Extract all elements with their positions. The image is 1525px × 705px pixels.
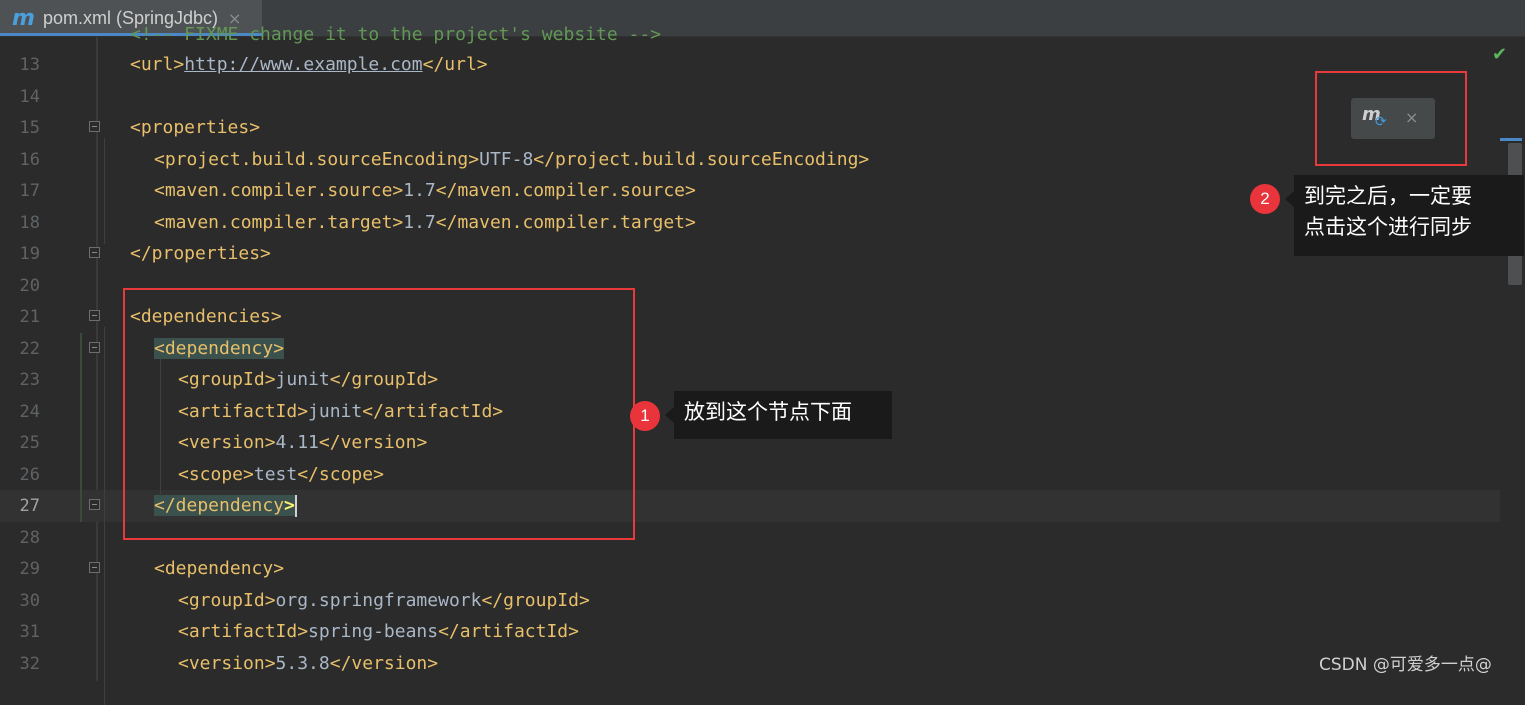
code-token: UTF-8: [479, 148, 534, 170]
code-line[interactable]: 14: [0, 81, 1500, 113]
code-text: </properties>: [130, 243, 271, 264]
line-number: 24: [19, 401, 40, 422]
code-token: </maven.compiler.source>: [435, 180, 696, 201]
code-text: <groupId>org.springframework</groupId>: [178, 590, 590, 611]
code-token: 1.7: [403, 180, 436, 201]
code-token: <maven.compiler.source>: [154, 180, 404, 201]
code-token: </properties>: [130, 243, 271, 264]
fold-toggle-icon[interactable]: [89, 121, 100, 132]
code-token: </maven.compiler.target>: [435, 211, 696, 233]
line-number: 16: [19, 149, 40, 170]
fold-toggle-icon[interactable]: [89, 562, 100, 573]
line-number: 27: [19, 496, 40, 516]
highlight-box-dependency: [123, 288, 635, 540]
code-token: 1.7: [403, 211, 436, 233]
fold-toggle-icon[interactable]: [89, 341, 100, 353]
code-token: <artifactId>: [178, 621, 309, 642]
code-token: spring-beans: [308, 621, 439, 642]
code-line[interactable]: 30 <groupId>org.springframework</groupId>: [0, 585, 1500, 617]
code-token: </artifactId>: [438, 621, 579, 642]
watermark: CSDN @可爱多一点@: [1319, 655, 1492, 675]
code-line[interactable]: 19 </properties>: [0, 238, 1500, 270]
annotation-text-2-line1: 到完之后，一定要: [1304, 184, 1472, 208]
annotation-text-1: 放到这个节点下面: [684, 400, 852, 424]
line-number: 30: [19, 590, 40, 611]
line-number: 15: [19, 118, 40, 138]
indent-guide: [104, 327, 105, 705]
fold-toggle-icon[interactable]: [89, 247, 100, 258]
fold-toggle-icon[interactable]: [89, 310, 100, 321]
code-token: <groupId>: [178, 589, 276, 611]
line-number: 25: [19, 433, 40, 453]
code-line[interactable]: 29 <dependency>: [0, 553, 1500, 585]
code-text: <version>5.3.8</version>: [178, 653, 438, 674]
code-token: 5.3.8: [275, 652, 330, 674]
code-token: <version>: [178, 652, 276, 674]
code-token: org.springframework: [275, 589, 482, 611]
code-token: <maven.compiler.target>: [154, 211, 404, 233]
line-number: 17: [19, 181, 40, 201]
code-text: <url>http://www.example.com</url>: [130, 54, 488, 75]
line-number: 19: [19, 244, 40, 264]
line-number: 26: [19, 464, 40, 485]
annotation-callout-1: 放到这个节点下面: [665, 391, 892, 439]
code-link[interactable]: http://www.example.com: [184, 54, 422, 75]
code-comment: <!-- FIXME change it to the project's we…: [130, 24, 662, 45]
scroll-marker: [1500, 138, 1522, 141]
code-token: <url>: [130, 54, 185, 75]
code-text: <artifactId>spring-beans</artifactId>: [178, 621, 579, 642]
line-number: 29: [19, 559, 40, 579]
code-text: <project.build.sourceEncoding>UTF-8</pro…: [154, 149, 869, 170]
vcs-change-marker: [80, 332, 82, 522]
line-number: 18: [19, 212, 40, 233]
line-number: 13: [19, 55, 40, 75]
annotation-badge-1: 1: [630, 401, 660, 431]
code-token: </project.build.sourceEncoding>: [533, 148, 870, 170]
annotation-text-2-line2: 点击这个进行同步: [1304, 215, 1472, 239]
indent-guide: [104, 138, 105, 244]
code-line[interactable]: 31 <artifactId>spring-beans</artifactId>: [0, 616, 1500, 648]
check-icon[interactable]: ✔: [1492, 44, 1507, 65]
fold-toggle-icon[interactable]: [89, 499, 100, 510]
code-line[interactable]: 18 <maven.compiler.target>1.7</maven.comp…: [0, 207, 1500, 239]
code-text: <maven.compiler.target>1.7</maven.compil…: [154, 212, 696, 233]
line-number: 28: [19, 527, 40, 548]
code-line[interactable]: 15 <properties>: [0, 112, 1500, 144]
line-number: 21: [19, 307, 40, 327]
code-token: <dependency>: [154, 558, 285, 579]
highlight-box-sync: [1315, 71, 1467, 166]
annotation-callout-2: 到完之后，一定要 点击这个进行同步: [1285, 175, 1524, 256]
code-line-partial: <!-- FIXME change it to the project's we…: [0, 19, 1500, 51]
line-number: 22: [19, 338, 40, 359]
code-text: <properties>: [130, 117, 260, 138]
annotation-badge-2: 2: [1250, 184, 1280, 214]
line-number: 32: [19, 653, 40, 674]
code-token: <properties>: [130, 117, 261, 138]
code-token: <project.build.sourceEncoding>: [154, 148, 480, 170]
line-number: 14: [19, 86, 40, 107]
code-token: </groupId>: [481, 589, 590, 611]
code-text: <maven.compiler.source>1.7</maven.compil…: [154, 180, 696, 201]
code-line[interactable]: 32 <version>5.3.8</version>: [0, 648, 1500, 680]
line-number: 31: [19, 622, 40, 642]
code-line[interactable]: 13 <url>http://www.example.com</url>: [0, 49, 1500, 81]
line-number: 20: [19, 275, 40, 296]
code-text: <dependency>: [154, 558, 284, 579]
code-line[interactable]: 16 <project.build.sourceEncoding>UTF-8</p…: [0, 144, 1500, 176]
line-number: 23: [19, 370, 40, 390]
code-token: </url>: [422, 54, 488, 75]
code-token: </version>: [329, 652, 439, 674]
